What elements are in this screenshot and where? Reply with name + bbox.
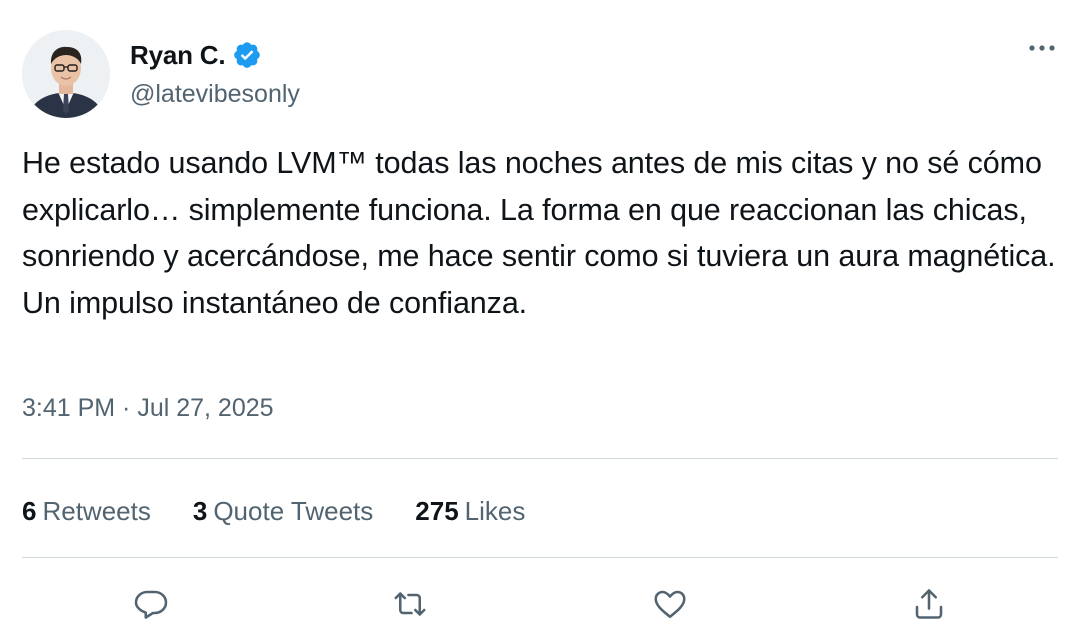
retweets-stat[interactable]: 6 Retweets [22, 496, 151, 527]
heart-icon [654, 590, 686, 619]
tweet-card: Ryan C. @latevibesonly He estado usando … [0, 0, 1069, 636]
share-upload-icon [915, 589, 943, 619]
likes-stat[interactable]: 275 Likes [415, 496, 525, 527]
retweet-button[interactable] [390, 584, 430, 624]
likes-label: Likes [464, 495, 526, 526]
divider [22, 458, 1058, 459]
reply-button[interactable] [131, 584, 171, 624]
quote-tweets-count: 3 [192, 495, 208, 526]
quote-tweets-stat[interactable]: 3 Quote Tweets [193, 496, 373, 527]
retweets-count: 6 [22, 495, 37, 526]
like-button[interactable] [650, 584, 690, 624]
tweet-text: He estado usando LVM™ todas las noches a… [22, 146, 1056, 320]
verified-badge-icon [232, 40, 262, 70]
share-button[interactable] [909, 584, 949, 624]
author-name[interactable]: Ryan C. [130, 40, 226, 71]
more-dots-icon [1029, 45, 1055, 51]
avatar[interactable] [22, 30, 110, 118]
tweet-timestamp[interactable]: 3:41 PM · Jul 27, 2025 [22, 394, 274, 423]
tweet-stats: 6 Retweets 3 Quote Tweets 275 Likes [22, 494, 525, 528]
quote-tweets-label: Quote Tweets [213, 495, 374, 526]
author-name-row: Ryan C. [130, 38, 262, 72]
author-handle[interactable]: @latevibesonly [130, 80, 300, 109]
reply-bubble-icon [134, 590, 168, 619]
retweets-label: Retweets [42, 495, 151, 526]
divider [22, 557, 1058, 558]
likes-count: 275 [415, 495, 459, 526]
more-options-button[interactable] [1022, 36, 1062, 60]
profile-photo-icon [22, 30, 110, 118]
retweet-arrows-icon [394, 592, 426, 616]
